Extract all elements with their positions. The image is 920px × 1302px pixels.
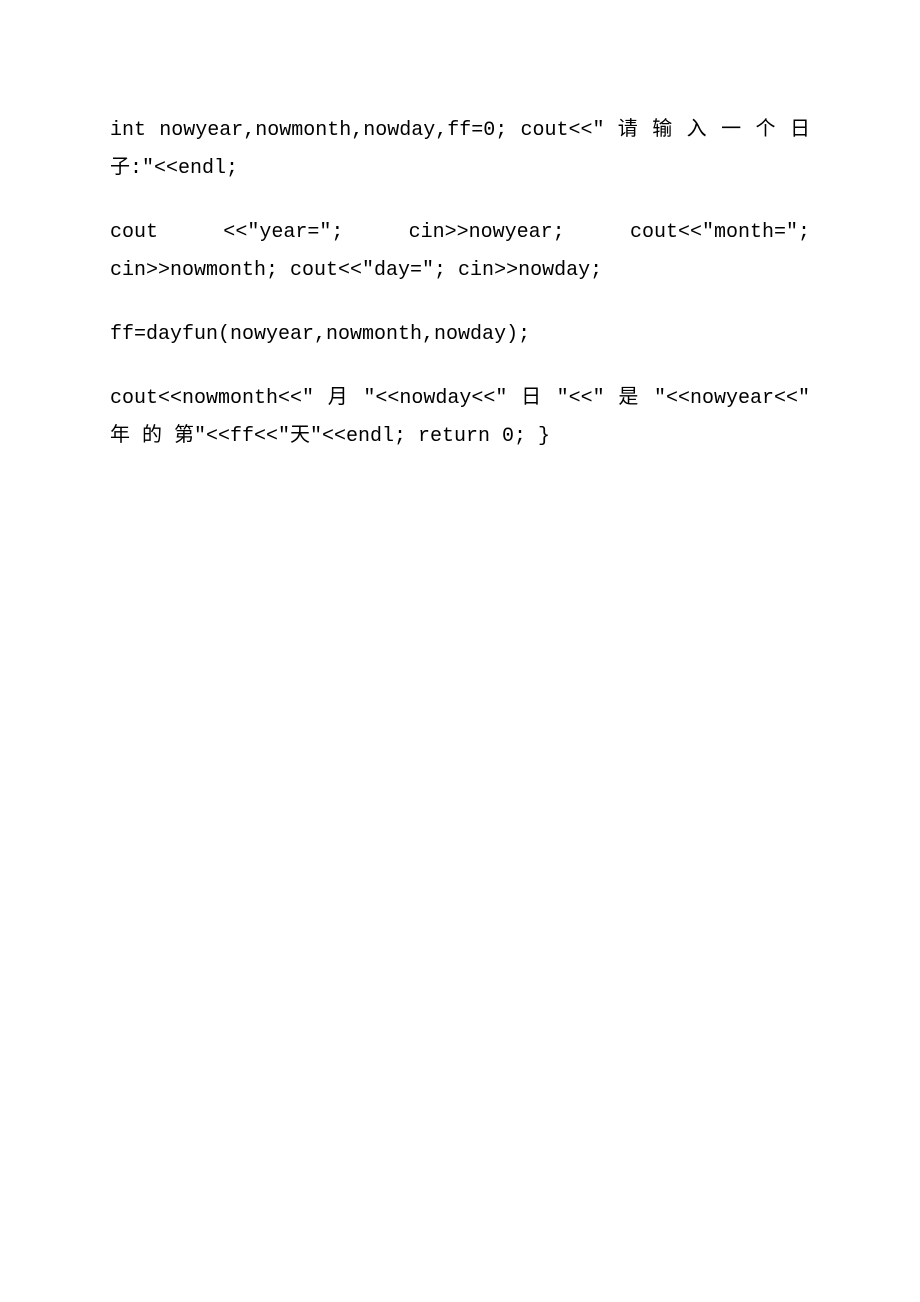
code-paragraph-2: cout <<"year="; cin>>nowyear; cout<<"mon… [110, 214, 810, 290]
document-page: int nowyear,nowmonth,nowday,ff=0; cout<<… [0, 0, 920, 1302]
code-paragraph-3: ff=dayfun(nowyear,nowmonth,nowday); [110, 316, 810, 354]
code-paragraph-4: cout<<nowmonth<<" 月 "<<nowday<<" 日 "<<" … [110, 380, 810, 456]
code-paragraph-1: int nowyear,nowmonth,nowday,ff=0; cout<<… [110, 112, 810, 188]
